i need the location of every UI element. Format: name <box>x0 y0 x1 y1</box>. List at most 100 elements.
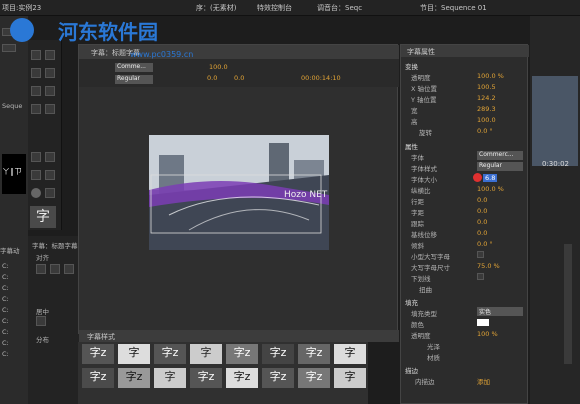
prop-value[interactable]: 100.0 % <box>477 185 504 193</box>
watermark-url: www.pc0359.cn <box>130 50 194 59</box>
align-panel: 字幕：标题字幕 对齐 居中 分布 <box>28 236 80 404</box>
style-dropdown[interactable]: Regular <box>115 75 153 84</box>
rect-tool-icon[interactable] <box>31 152 41 162</box>
props-tab-bar: 字幕属性 <box>401 45 529 57</box>
style-preview: 字 <box>30 206 56 228</box>
title-tools: 字 <box>28 40 62 230</box>
prop-value[interactable]: 100.0 % <box>477 72 504 80</box>
style-swatch[interactable]: 字 <box>334 344 366 364</box>
smallcaps-checkbox[interactable] <box>477 251 484 258</box>
style-swatch[interactable]: 字z <box>82 344 114 364</box>
style-swatch[interactable]: 字 <box>190 344 222 364</box>
distribute-label: 分布 <box>36 336 49 344</box>
transform-header[interactable]: 变换 <box>405 61 418 71</box>
style-swatch[interactable]: 字 <box>334 368 366 388</box>
anchor-tool-icon[interactable] <box>45 104 55 114</box>
style-swatch[interactable]: 字z <box>262 368 294 388</box>
tab-title-styles[interactable]: 字幕样式 <box>87 332 115 342</box>
style-swatch[interactable]: 字z <box>298 344 330 364</box>
vertical-type-icon[interactable] <box>45 68 55 78</box>
style-swatch[interactable]: 字 <box>154 368 186 388</box>
stroke-header[interactable]: 描边 <box>405 365 418 375</box>
program-timecode: 0:30:02 <box>542 160 569 168</box>
style-swatch[interactable]: 字z <box>154 344 186 364</box>
tab-effect-controls[interactable]: 特效控制台 <box>257 3 292 13</box>
top-bar: 项目:实例23 序：(无素材) 特效控制台 调音台：Seqc 节目：Sequen… <box>0 0 580 16</box>
area-type-icon[interactable] <box>31 86 41 96</box>
coord-item: C: <box>2 295 9 303</box>
timeline-scrollbar[interactable] <box>564 244 572 364</box>
font-dropdown[interactable]: Comme... <box>115 63 153 72</box>
prop-value[interactable]: 100.5 <box>477 83 496 91</box>
style-swatch[interactable]: 字z <box>226 368 258 388</box>
add-inner-stroke-link[interactable]: 添加 <box>477 376 490 386</box>
style-swatch[interactable]: 字 <box>118 344 150 364</box>
path-type-icon[interactable] <box>45 86 55 96</box>
center-h-icon[interactable] <box>36 316 46 326</box>
watermark-logo-icon <box>10 18 34 42</box>
coord-item: C: <box>2 306 9 314</box>
font-style-dropdown[interactable]: Regular <box>477 162 523 171</box>
prop-value[interactable]: 124.2 <box>477 94 496 102</box>
align-left-icon[interactable] <box>36 264 46 274</box>
tool-icon[interactable] <box>2 44 16 52</box>
tab-project[interactable]: 项目:实例23 <box>2 3 41 13</box>
prop-label: 字体 <box>411 154 424 162</box>
fill-header[interactable]: 填充 <box>405 297 418 307</box>
timecode[interactable]: 00:00:14:10 <box>301 74 341 82</box>
type-tool-icon[interactable] <box>31 68 41 78</box>
tab-source[interactable]: 序：(无素材) <box>196 3 236 13</box>
prop-value[interactable]: 289.3 <box>477 105 496 113</box>
clip-rect-icon[interactable] <box>31 170 41 180</box>
prop-value[interactable]: 75.0 % <box>477 262 500 270</box>
coord-item: C: <box>2 273 9 281</box>
style-swatch[interactable]: 字z <box>82 368 114 388</box>
style-swatch[interactable]: 字z <box>226 344 258 364</box>
prop-value[interactable]: 100.0 <box>477 116 496 124</box>
underline-checkbox[interactable] <box>477 273 484 280</box>
kerning-value[interactable]: 0.0 <box>234 74 244 82</box>
prop-value[interactable]: 100 % <box>477 330 498 338</box>
prop-label: 基线位移 <box>411 231 437 239</box>
tab-audio-mixer[interactable]: 调音台：Seqc <box>317 3 362 13</box>
prop-value[interactable]: 0.0 ° <box>477 240 493 248</box>
tab-program[interactable]: 节目：Sequence 01 <box>420 3 487 13</box>
prop-label: 填充类型 <box>411 310 437 318</box>
ellipse-tool-icon[interactable] <box>31 188 41 198</box>
tab-title-properties[interactable]: 字幕属性 <box>407 47 435 57</box>
font-size-input[interactable]: 6.8 <box>483 174 498 182</box>
prop-label: 字体样式 <box>411 165 437 173</box>
align-center-icon[interactable] <box>50 264 60 274</box>
rotate-tool-icon[interactable] <box>45 50 55 60</box>
props-tab[interactable]: 字幕动 <box>0 245 20 255</box>
coord-item: C: <box>2 328 9 336</box>
line-tool-icon[interactable] <box>45 188 55 198</box>
color-swatch[interactable] <box>477 319 489 326</box>
prop-value[interactable]: 0.0 <box>477 218 487 226</box>
prop-value[interactable]: 0.0 <box>477 229 487 237</box>
coord-item: C: <box>2 284 9 292</box>
style-swatch[interactable]: 字z <box>118 368 150 388</box>
prop-value[interactable]: 0.0 <box>477 207 487 215</box>
pen-tool-icon[interactable] <box>31 104 41 114</box>
style-swatch[interactable]: 字z <box>298 368 330 388</box>
select-tool-icon[interactable] <box>31 50 41 60</box>
wedge-tool-icon[interactable] <box>45 170 55 180</box>
align-tab[interactable]: 字幕：标题字幕 <box>32 240 78 250</box>
font-family-dropdown[interactable]: Commerc... <box>477 151 523 160</box>
round-rect-icon[interactable] <box>45 152 55 162</box>
prop-value[interactable]: 0.0 <box>477 196 487 204</box>
size-value[interactable]: 100.0 <box>209 63 228 71</box>
prop-label: 光泽 <box>427 343 440 351</box>
coord-item: C: <box>2 317 9 325</box>
style-swatch[interactable]: 字z <box>190 368 222 388</box>
fill-type-dropdown[interactable]: 实色 <box>477 307 523 316</box>
properties-header[interactable]: 属性 <box>405 141 418 151</box>
align-right-icon[interactable] <box>64 264 74 274</box>
leading-value[interactable]: 0.0 <box>207 74 217 82</box>
title-tab-bar: 字幕：标题字幕 <box>79 45 399 59</box>
style-swatch[interactable]: 字z <box>262 344 294 364</box>
prop-label: 字体大小 <box>411 176 437 184</box>
prop-value[interactable]: 0.0 ° <box>477 127 493 135</box>
program-monitor: 0:30:02 <box>530 16 580 404</box>
